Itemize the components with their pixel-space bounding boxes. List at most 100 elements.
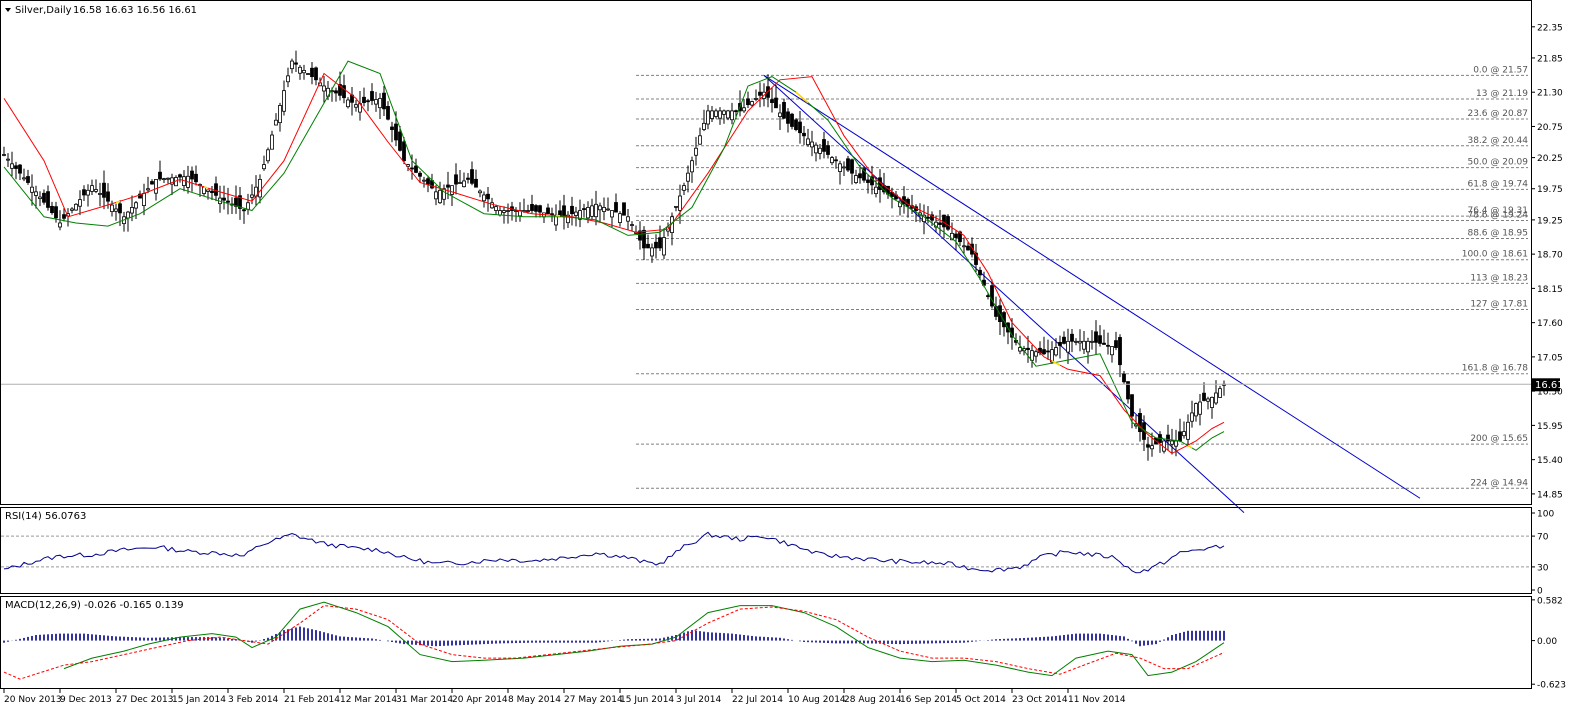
candle-body <box>1186 421 1190 440</box>
candle-body <box>1106 344 1110 347</box>
time-tick-label: 15 Jun 2014 <box>620 695 674 705</box>
fib-label: 61.8 @ 19.74 <box>1467 179 1528 189</box>
candle-body <box>158 171 162 180</box>
candle-body <box>142 193 146 207</box>
candle-body <box>1086 340 1090 353</box>
time-axis: 20 Nov 20139 Dec 2013 27 Dec 201315 Jan 2… <box>3 689 1126 705</box>
candle-body <box>834 159 838 162</box>
candle-body <box>1110 346 1114 356</box>
candle-body <box>1122 373 1126 383</box>
candle-body <box>1146 444 1150 448</box>
candle-body <box>342 85 346 99</box>
candle-body <box>650 247 654 257</box>
price-tick-label: 20.25 <box>1537 154 1563 164</box>
candle-body <box>398 131 402 151</box>
candle-body <box>582 208 586 210</box>
candle-body <box>354 104 358 108</box>
candle-body <box>82 189 86 196</box>
candle-body <box>1150 445 1154 450</box>
candle-body <box>1090 340 1094 343</box>
candle-body <box>146 188 150 191</box>
candle-body <box>154 178 158 194</box>
candle-body <box>1206 398 1210 402</box>
fib-label: 50.0 @ 20.09 <box>1467 158 1528 168</box>
candle-body <box>774 97 778 109</box>
candle-body <box>1034 351 1038 357</box>
candle-body <box>818 147 822 154</box>
candle-body <box>826 145 830 155</box>
candle-body <box>750 101 754 106</box>
candle-body <box>2 154 6 156</box>
candle-body <box>1054 347 1058 356</box>
fib-label: 161.8 @ 16.78 <box>1462 364 1529 374</box>
candle-body <box>626 216 630 222</box>
candle-body <box>474 178 478 188</box>
candle-body <box>1046 350 1050 353</box>
candle-body <box>1098 335 1102 344</box>
candle-body <box>662 237 666 256</box>
time-tick-label: 23 Oct 2014 <box>1012 695 1068 705</box>
macd-tick-label: 0.582 <box>1537 596 1563 606</box>
candle-body <box>470 169 474 184</box>
fib-label: 88.6 @ 18.95 <box>1467 229 1528 239</box>
candle-body <box>854 175 858 183</box>
time-tick-label: 28 Aug 2014 <box>844 695 902 705</box>
candle-body <box>770 99 774 103</box>
candle-body <box>926 216 930 219</box>
candle-body <box>1102 342 1106 345</box>
fib-label: 113 @ 18.23 <box>1470 273 1528 283</box>
candle-body <box>782 102 786 119</box>
candle-body <box>494 206 498 211</box>
candle-body <box>306 73 310 75</box>
fib-label: 127 @ 17.81 <box>1470 300 1528 310</box>
candle-body <box>1074 340 1078 343</box>
candle-body <box>654 241 658 249</box>
candle-body <box>686 172 690 182</box>
candle-body <box>410 167 414 170</box>
candle-body <box>1210 396 1214 408</box>
candle-body <box>1018 347 1022 352</box>
candle-body <box>14 165 18 169</box>
candle-body <box>978 269 982 276</box>
rsi-tick-label: 30 <box>1537 563 1549 573</box>
candle-body <box>454 174 458 185</box>
candle-body <box>1062 336 1066 344</box>
time-tick-label: 21 Feb 2014 <box>284 695 340 705</box>
candle-body <box>758 91 762 96</box>
candle-body <box>1078 340 1082 344</box>
candle-body <box>438 189 442 204</box>
fib-label: 38.2 @ 20.44 <box>1467 136 1528 146</box>
candle-body <box>1198 401 1202 415</box>
candle-body <box>1042 349 1046 355</box>
candle-body <box>586 207 590 219</box>
candle-body <box>50 205 54 214</box>
candle-body <box>1174 440 1178 447</box>
candle-body <box>378 98 382 109</box>
candle-body <box>262 164 266 170</box>
time-tick-label: 31 Mar 2014 <box>396 695 453 705</box>
candle-body <box>162 178 166 181</box>
candle-body <box>266 149 270 162</box>
candle-body <box>130 207 134 214</box>
candle-body <box>718 110 722 119</box>
candle-body <box>1170 440 1174 445</box>
candle-body <box>690 160 694 173</box>
candle-body <box>246 202 250 210</box>
candle-body <box>54 206 58 219</box>
candle-body <box>42 192 46 203</box>
candle-body <box>282 90 286 112</box>
time-tick-label: 10 Aug 2014 <box>788 695 846 705</box>
price-tick-label: 15.95 <box>1537 422 1563 432</box>
candle-body <box>78 199 82 207</box>
candle-body <box>6 158 10 161</box>
candle-body <box>790 113 794 127</box>
candle-body <box>682 185 686 191</box>
candle-body <box>178 174 182 178</box>
candle-body <box>10 163 14 169</box>
price-tick-label: 19.75 <box>1537 185 1563 195</box>
candle-body <box>386 106 390 120</box>
candle-body <box>538 205 542 213</box>
candle-body <box>346 99 350 108</box>
candle-body <box>274 119 278 126</box>
time-tick-label: 3 Jul 2014 <box>676 695 721 705</box>
